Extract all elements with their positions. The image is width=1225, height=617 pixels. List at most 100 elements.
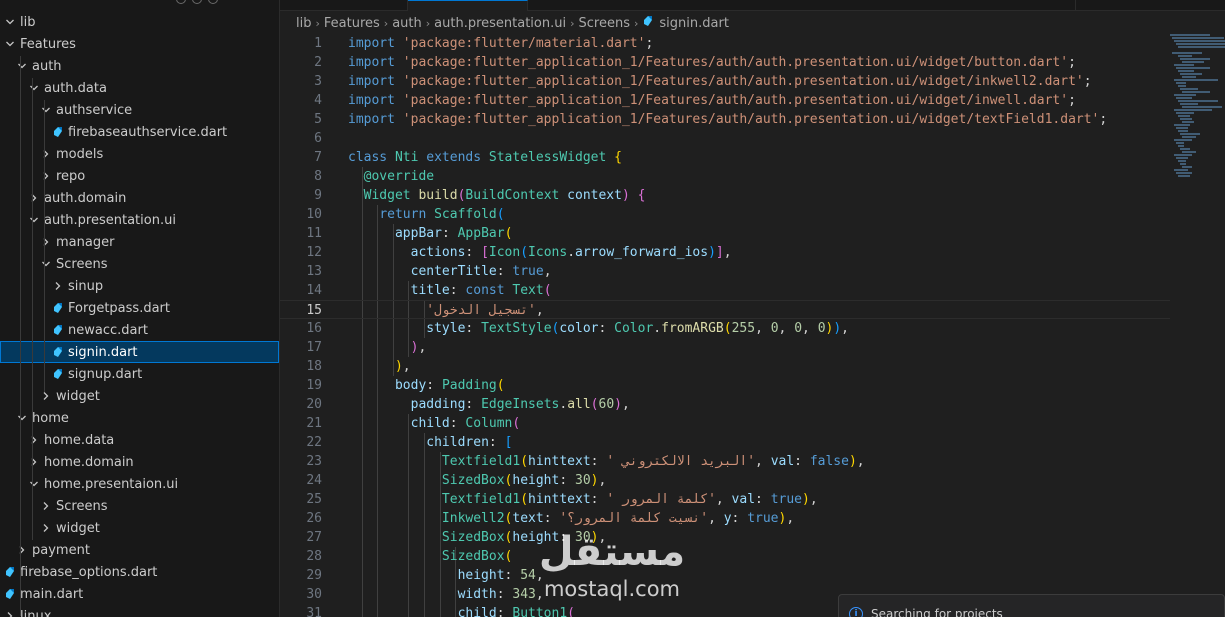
folder-item[interactable]: auth — [0, 55, 279, 77]
folder-item[interactable]: widget — [0, 517, 279, 539]
folder-item[interactable]: payment — [0, 539, 279, 561]
code-line[interactable]: 24 SizedBox(height: 30), — [280, 471, 1170, 490]
chevron-right-icon[interactable] — [2, 605, 18, 617]
breadcrumb-item[interactable]: auth — [392, 16, 422, 31]
file-item[interactable]: firebaseauthservice.dart — [0, 121, 279, 143]
minimap[interactable] — [1170, 34, 1225, 194]
file-item[interactable]: firebase_options.dart — [0, 561, 279, 583]
code-token: Scaffold — [434, 207, 497, 222]
chevron-right-icon[interactable] — [26, 187, 42, 209]
folder-item[interactable]: models — [0, 143, 279, 165]
code-line[interactable]: 16 style: TextStyle (color: Color.fromARG… — [280, 319, 1170, 338]
folder-item[interactable]: auth.data — [0, 77, 279, 99]
line-number: 12 — [306, 245, 322, 260]
file-item[interactable]: Forgetpass.dart — [0, 297, 279, 319]
file-item[interactable]: newacc.dart — [0, 319, 279, 341]
new-file-icon[interactable] — [176, 0, 186, 4]
tab-other[interactable] — [840, 0, 1076, 11]
folder-item[interactable]: manager — [0, 231, 279, 253]
folder-item[interactable]: Features — [0, 33, 279, 55]
chevron-right-icon[interactable] — [38, 143, 54, 165]
chevron-down-icon[interactable] — [14, 407, 30, 429]
chevron-down-icon[interactable] — [14, 55, 30, 77]
tab-previous[interactable] — [280, 0, 408, 11]
file-item[interactable]: signin.dart — [0, 341, 279, 363]
code-line[interactable]: 13 centerTitle: true, — [280, 262, 1170, 281]
folder-item[interactable]: home — [0, 407, 279, 429]
code-token: extends — [426, 150, 489, 165]
folder-item[interactable]: auth.domain — [0, 187, 279, 209]
collapse-all-icon[interactable] — [208, 0, 218, 4]
code-line[interactable]: 17 ), — [280, 338, 1170, 357]
chevron-down-icon[interactable] — [26, 77, 42, 99]
chevron-down-icon[interactable] — [26, 473, 42, 495]
chevron-down-icon[interactable] — [2, 11, 18, 33]
code-line[interactable]: 5 import 'package:flutter_application_1/F… — [280, 110, 1170, 129]
folder-item[interactable]: home.data — [0, 429, 279, 451]
code-token: fromARGB — [661, 321, 724, 336]
code-line[interactable]: 26 Inkwell2(text: 'نسيت كلمة المرور؟', y… — [280, 509, 1170, 528]
chevron-down-icon[interactable] — [2, 33, 18, 55]
code-line[interactable]: 4 import 'package:flutter_application_1/F… — [280, 91, 1170, 110]
code-line[interactable]: 15 'تسجيل الدخول', — [280, 300, 1170, 319]
chevron-right-icon[interactable] — [14, 539, 30, 561]
folder-item[interactable]: auth.presentation.ui — [0, 209, 279, 231]
folder-item[interactable]: sinup — [0, 275, 279, 297]
folder-item[interactable]: Screens — [0, 253, 279, 275]
code-line[interactable]: 10 return Scaffold( — [280, 205, 1170, 224]
chevron-right-icon[interactable] — [38, 495, 54, 517]
code-line[interactable]: 14 title: const Text( — [280, 281, 1170, 300]
folder-item[interactable]: lib — [0, 11, 279, 33]
code-line[interactable]: 29 height: 54, — [280, 566, 1170, 585]
code-line[interactable]: 28 SizedBox( — [280, 547, 1170, 566]
file-item[interactable]: signup.dart — [0, 363, 279, 385]
code-line[interactable]: 19 body: Padding( — [280, 376, 1170, 395]
breadcrumb-item[interactable]: auth.presentation.ui — [434, 16, 566, 31]
chevron-right-icon[interactable] — [38, 517, 54, 539]
tab-signin-dart[interactable] — [408, 0, 528, 11]
folder-item[interactable]: home.presentaion.ui — [0, 473, 279, 495]
code-line[interactable]: 27 SizedBox(height: 30), — [280, 528, 1170, 547]
breadcrumb-item[interactable]: Features — [324, 16, 380, 31]
chevron-right-icon[interactable] — [50, 275, 66, 297]
code-line[interactable]: 18 ), — [280, 357, 1170, 376]
folder-item[interactable]: linux — [0, 605, 279, 617]
chevron-down-icon[interactable] — [38, 99, 54, 121]
breadcrumb-item[interactable]: signin.dart — [659, 16, 729, 31]
folder-item[interactable]: home.domain — [0, 451, 279, 473]
chevron-down-icon[interactable] — [38, 253, 54, 275]
folder-item[interactable]: repo — [0, 165, 279, 187]
chevron-right-icon[interactable] — [26, 451, 42, 473]
chevron-right-icon[interactable] — [38, 165, 54, 187]
breadcrumb-item[interactable]: lib — [296, 16, 311, 31]
file-item[interactable]: main.dart — [0, 583, 279, 605]
folder-item[interactable]: widget — [0, 385, 279, 407]
code-line[interactable]: 2 import 'package:flutter_application_1/F… — [280, 53, 1170, 72]
chevron-right-icon[interactable] — [38, 231, 54, 253]
code-line[interactable]: 11 appBar: AppBar( — [280, 224, 1170, 243]
code-line[interactable]: 9 Widget build(BuildContext context) { — [280, 186, 1170, 205]
code-line[interactable]: 20 padding: EdgeInsets.all(60), — [280, 395, 1170, 414]
folder-item[interactable]: authservice — [0, 99, 279, 121]
code-editor[interactable]: 1 import 'package:flutter/material.dart';… — [280, 34, 1225, 617]
code-line[interactable]: 21 child: Column( — [280, 414, 1170, 433]
code-line[interactable]: 6 — [280, 129, 1170, 148]
code-line[interactable]: 1 import 'package:flutter/material.dart'; — [280, 34, 1170, 53]
folder-item[interactable]: Screens — [0, 495, 279, 517]
breadcrumb-item[interactable]: Screens — [579, 16, 630, 31]
code-line[interactable]: 7 class Nti extends StatelessWidget { — [280, 148, 1170, 167]
code-line[interactable]: 12 actions: [Icon(Icons.arrow_forward_io… — [280, 243, 1170, 262]
code-line[interactable]: 22 children: [ — [280, 433, 1170, 452]
code-line[interactable]: 8 @override — [280, 167, 1170, 186]
chevron-down-icon[interactable] — [26, 209, 42, 231]
refresh-icon[interactable] — [192, 0, 202, 4]
code-line[interactable]: 25 Textfield1(hinttext: ' كلمة المرور', … — [280, 490, 1170, 509]
chevron-right-icon[interactable] — [38, 385, 54, 407]
code-line[interactable]: 3 import 'package:flutter_application_1/F… — [280, 72, 1170, 91]
chevron-right-icon[interactable] — [26, 429, 42, 451]
line-number: 15 — [306, 303, 322, 318]
code-line[interactable]: 23 Textfield1(hinttext: ' البريد الالكتر… — [280, 452, 1170, 471]
notification-toast[interactable]: i Searching for projects — [838, 594, 1225, 617]
